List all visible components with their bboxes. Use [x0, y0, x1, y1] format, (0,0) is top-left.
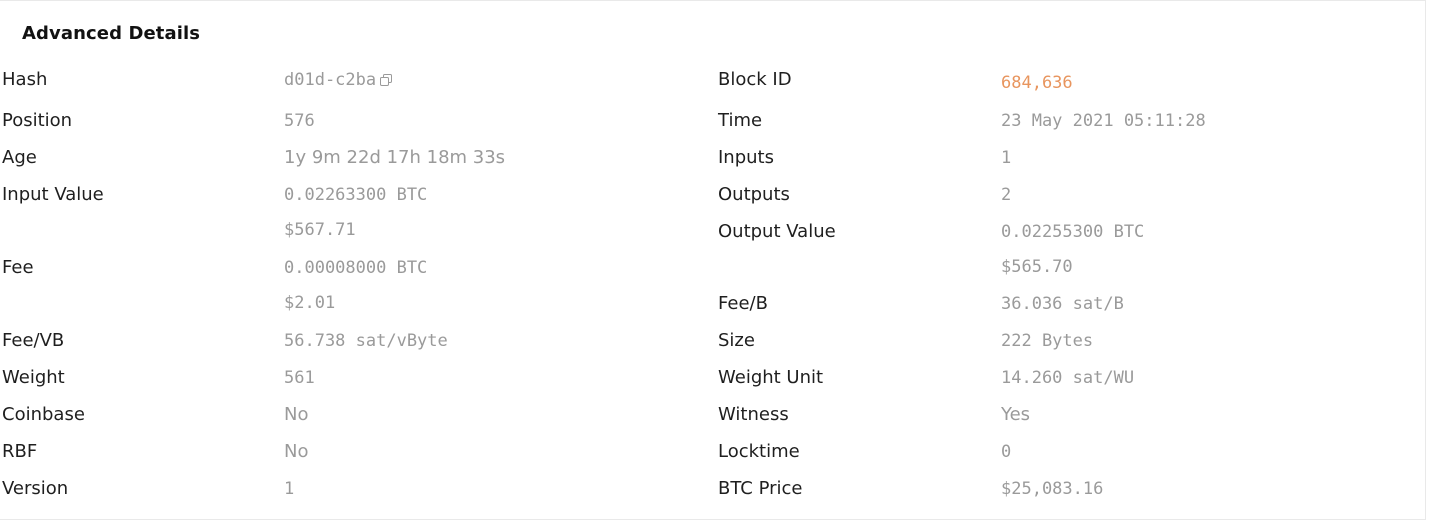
detail-value: 2 [1001, 185, 1012, 205]
detail-label: RBF [2, 441, 38, 462]
detail-label: Time [718, 110, 763, 131]
detail-value: 14.260 sat/WU [1001, 368, 1135, 388]
detail-value: 0 [1001, 442, 1012, 462]
detail-label: Inputs [718, 147, 774, 168]
detail-label: Coinbase [2, 404, 85, 425]
detail-value: 222 Bytes [1001, 331, 1094, 351]
detail-label: Weight Unit [718, 367, 824, 388]
hash-value: d01d-c2ba [284, 65, 393, 95]
detail-sub-value: $2.01 [284, 293, 336, 313]
detail-label: Input Value [2, 184, 104, 205]
detail-value: 23 May 2021 05:11:28 [1001, 111, 1206, 131]
detail-label: Position [2, 110, 73, 131]
detail-value: No [284, 441, 309, 462]
detail-label: Hash [2, 69, 48, 90]
detail-label: Output Value [718, 221, 836, 242]
section-title: Advanced Details [22, 23, 201, 44]
block-id-link[interactable]: 684,636 [1001, 68, 1073, 98]
detail-value: 0.00008000 BTC [284, 258, 428, 278]
detail-label: Fee/VB [2, 330, 65, 351]
detail-label: Weight [2, 367, 65, 388]
detail-sub-value: $565.70 [1001, 257, 1073, 277]
detail-label: Fee/B [718, 293, 768, 314]
detail-value: Yes [1001, 404, 1031, 425]
detail-value: 36.036 sat/B [1001, 294, 1124, 314]
detail-value: No [284, 404, 309, 425]
detail-value: 0.02255300 BTC [1001, 222, 1145, 242]
hash-text[interactable]: d01d-c2ba [284, 70, 376, 90]
detail-label: Outputs [718, 184, 790, 205]
advanced-details-card: Advanced Details Hash d01d-c2ba Position… [0, 0, 1426, 520]
detail-value: 0.02263300 BTC [284, 185, 428, 205]
copy-icon[interactable] [380, 74, 393, 86]
detail-label: Witness [718, 404, 789, 425]
detail-label: Size [718, 330, 755, 351]
detail-label: Age [2, 147, 37, 168]
detail-label: Fee [2, 257, 34, 278]
detail-value: 576 [284, 111, 315, 131]
detail-label: Locktime [718, 441, 800, 462]
detail-value: 56.738 sat/vByte [284, 331, 448, 351]
detail-sub-value: $567.71 [284, 220, 356, 240]
detail-label: Block ID [718, 69, 792, 90]
detail-value: 1y 9m 22d 17h 18m 33s [284, 147, 506, 168]
detail-value: 1 [1001, 148, 1012, 168]
detail-value: 561 [284, 368, 315, 388]
